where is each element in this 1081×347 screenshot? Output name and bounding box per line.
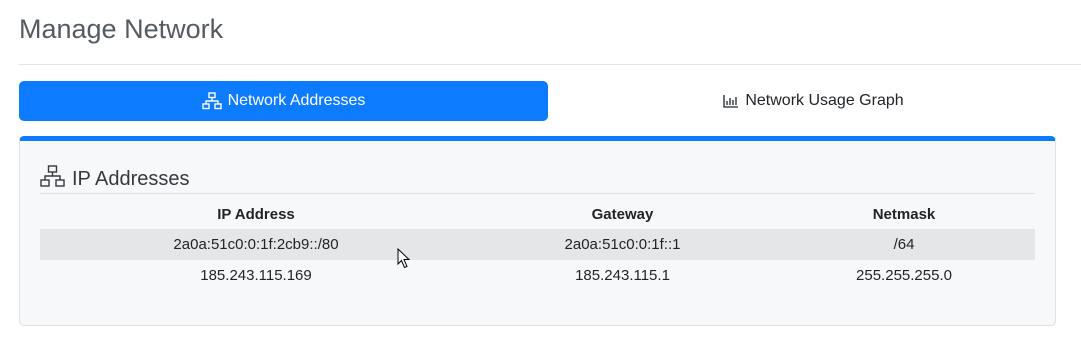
ip-address-table: IP Address Gateway Netmask 2a0a:51c0:0:1… [40, 199, 1035, 291]
network-icon [40, 165, 65, 193]
netmask-cell: 255.255.255.0 [856, 267, 952, 284]
gateway-cell: 185.243.115.1 [575, 267, 670, 284]
bar-chart-icon [723, 94, 739, 108]
column-header-netmask: Netmask [872, 205, 936, 223]
card-title: IP Addresses [40, 165, 189, 193]
card-divider [40, 193, 1035, 194]
column-header-gateway: Gateway [591, 205, 654, 223]
table-header-row: IP Address Gateway Netmask [40, 199, 1035, 229]
card-title-text: IP Addresses [72, 167, 190, 190]
network-icon [201, 92, 222, 110]
ip-addresses-card: IP Addresses IP Address Gateway Netmask … [19, 136, 1056, 326]
tab-network-usage-graph[interactable]: Network Usage Graph [549, 81, 1078, 121]
netmask-cell: /64 [773, 229, 1035, 260]
tab-network-addresses[interactable]: Network Addresses [19, 81, 548, 121]
table-row[interactable]: 185.243.115.169 185.243.115.1 255.255.25… [40, 260, 1035, 291]
page-title: Manage Network [19, 14, 224, 44]
gateway-cell: 2a0a:51c0:0:1f::1 [472, 229, 773, 260]
tab-label: Network Addresses [227, 92, 366, 109]
tab-label: Network Usage Graph [745, 92, 904, 109]
title-divider [19, 64, 1081, 65]
mouse-cursor-icon [397, 247, 411, 274]
column-header-ip-address: IP Address [217, 205, 295, 223]
table-row[interactable]: 2a0a:51c0:0:1f:2cb9::/80 2a0a:51c0:0:1f:… [40, 229, 1035, 260]
